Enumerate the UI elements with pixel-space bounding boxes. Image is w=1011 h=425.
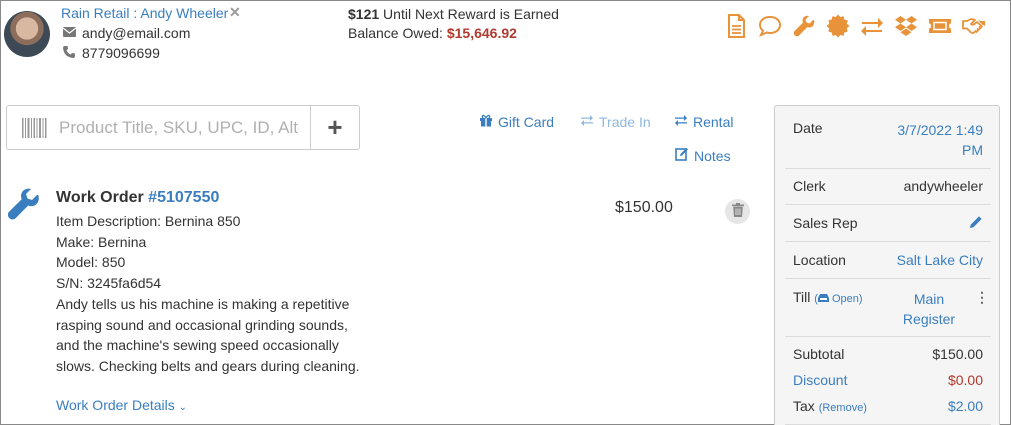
delete-line-item-button[interactable] [725, 199, 750, 224]
wrench-icon [6, 188, 40, 222]
trade-in-label: Trade In [599, 113, 651, 130]
work-order-label: Work Order [56, 189, 149, 206]
sales-rep-label: Sales Rep [793, 215, 858, 231]
rental-link[interactable]: Rental [674, 113, 733, 130]
reward-status: $121 Until Next Reward is Earned [348, 6, 559, 22]
toolbar [724, 14, 986, 38]
tax-label-group: Tax (Remove) [793, 398, 867, 414]
tax-remove-link[interactable]: (Remove) [819, 402, 867, 414]
divider [785, 241, 991, 242]
rental-label: Rental [693, 113, 734, 130]
product-search[interactable] [6, 105, 310, 150]
item-description: Item Description: Bernina 850 [56, 213, 241, 229]
location-value[interactable]: Salt Lake City [897, 252, 983, 268]
edit-icon [675, 147, 689, 164]
comment-icon[interactable] [758, 14, 782, 38]
till-open-link[interactable]: ( Open) [814, 293, 862, 305]
document-icon[interactable] [724, 14, 748, 38]
tax-value[interactable]: $2.00 [948, 398, 983, 414]
reward-text: Until Next Reward is Earned [379, 6, 559, 22]
subtotal-label: Subtotal [793, 346, 845, 362]
till-status: Open [832, 293, 859, 305]
exchange-icon[interactable] [860, 14, 884, 38]
divider [785, 336, 991, 337]
discount-value: $0.00 [947, 372, 983, 388]
barcode-icon [21, 117, 47, 139]
search-input[interactable] [59, 117, 299, 138]
badge-icon[interactable] [826, 14, 850, 38]
balance-value: $15,646.92 [446, 25, 517, 41]
trash-icon [731, 203, 744, 220]
avatar [4, 11, 50, 57]
clerk-value: andywheeler [903, 178, 983, 194]
gift-icon [479, 113, 493, 130]
reward-amount: $121 [348, 6, 380, 22]
gift-card-label: Gift Card [498, 113, 555, 130]
pencil-icon[interactable] [969, 215, 983, 232]
customer-email: andy@email.com [82, 25, 191, 41]
work-order-number-link[interactable]: #5107550 [148, 189, 219, 206]
exchange-icon [674, 113, 688, 130]
date-row: Date 3/7/2022 1:49 PM [785, 120, 991, 160]
exchange-icon [580, 113, 594, 130]
work-order-notes: Andy tells us his machine is making a re… [56, 295, 360, 374]
handshake-icon[interactable] [962, 14, 986, 38]
sale-summary-panel: Date 3/7/2022 1:49 PM Clerk andywheeler … [774, 105, 1000, 425]
till-value[interactable]: Main Register [889, 289, 969, 329]
chevron-down-icon: ⌄ [178, 402, 188, 413]
discount-link[interactable]: Discount [793, 372, 847, 388]
item-make: Make: Bernina [56, 233, 147, 250]
notes-label: Notes [694, 147, 731, 164]
ticket-icon[interactable] [928, 14, 952, 38]
work-order-details-label: Work Order Details [56, 397, 175, 413]
gift-card-link[interactable]: Gift Card [479, 113, 554, 130]
phone-row: 8779096699 [62, 45, 160, 61]
wrench-icon[interactable] [792, 14, 816, 38]
envelope-icon [62, 26, 76, 40]
date-label: Date [793, 120, 823, 136]
tax-label: Tax [793, 398, 815, 414]
till-row: Till ( Open) Main Register ⋮ [785, 289, 991, 329]
customer-phone: 8779096699 [82, 45, 160, 61]
dropbox-icon[interactable] [894, 14, 918, 38]
clerk-label: Clerk [793, 178, 826, 194]
notes-link[interactable]: Notes [675, 147, 731, 164]
customer-name-link[interactable]: Rain Retail : Andy Wheeler [61, 5, 228, 21]
subtotal-value: $150.00 [932, 346, 983, 362]
work-order-body: Item Description: Bernina 850 Make: Bern… [56, 211, 366, 377]
item-model: Model: 850 [56, 254, 126, 271]
balance-label: Balance Owed: [348, 25, 447, 41]
close-icon[interactable]: ✕ [229, 4, 241, 21]
more-options-icon[interactable]: ⋮ [975, 289, 989, 306]
item-serial: S/N: 3245fa6d54 [56, 275, 162, 292]
email-row: andy@email.com [62, 25, 190, 41]
line-item-price: $150.00 [615, 199, 673, 216]
work-order-details-link[interactable]: Work Order Details ⌄ [56, 397, 187, 413]
balance-owed: Balance Owed: $15,646.92 [348, 25, 517, 41]
add-item-button[interactable]: + [310, 105, 360, 150]
divider [785, 168, 991, 169]
phone-icon [62, 45, 76, 61]
work-order-title: Work Order #5107550 [56, 189, 219, 207]
location-label: Location [793, 252, 846, 268]
till-label-group: Till ( Open) [793, 289, 863, 305]
divider [785, 278, 991, 279]
trade-in-link[interactable]: Trade In [580, 113, 651, 130]
divider [785, 204, 991, 205]
till-label: Till [793, 289, 811, 305]
date-value[interactable]: 3/7/2022 1:49 PM [888, 120, 983, 160]
